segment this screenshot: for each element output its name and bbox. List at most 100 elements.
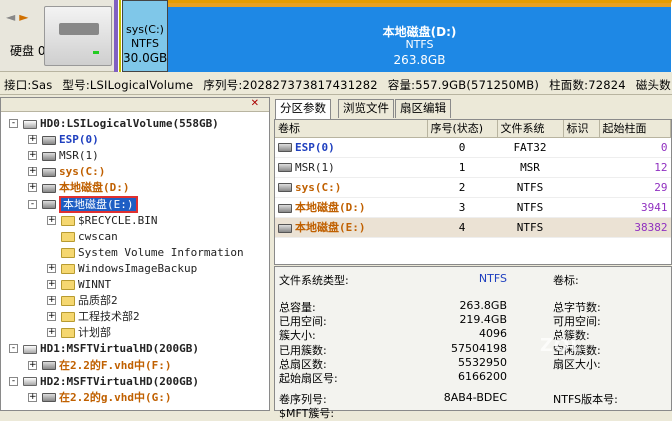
cell-index: 3 xyxy=(427,197,497,218)
cell-start-cyl: 38382 xyxy=(599,217,671,238)
tree-node[interactable]: 在2.2的F.vhd中(F:) xyxy=(42,358,171,374)
tree-node[interactable]: 本地磁盘(E:) xyxy=(42,195,138,213)
cell-id xyxy=(563,157,599,178)
tree-node-label: WindowsImageBackup xyxy=(78,261,198,275)
tree-toggle[interactable]: + xyxy=(47,328,56,338)
tree-toggle[interactable]: + xyxy=(47,280,56,289)
folder-icon xyxy=(61,263,75,274)
folder-icon xyxy=(61,280,75,290)
disk-nav[interactable]: ◄► xyxy=(6,10,32,24)
tree-node-label: cwscan xyxy=(78,229,118,243)
tree-toggle[interactable]: + xyxy=(47,263,56,273)
tree-toggle[interactable]: + xyxy=(28,392,37,402)
prev-disk-icon[interactable]: ◄ xyxy=(6,10,19,24)
cell-label: sys(C:) xyxy=(275,177,427,198)
partition-icon xyxy=(278,143,292,152)
tree-node[interactable]: cwscan xyxy=(61,229,118,245)
close-icon[interactable]: ✕ xyxy=(251,98,259,109)
col-start-cyl[interactable]: 起始柱面 xyxy=(599,120,671,138)
tree-header: ✕ xyxy=(1,98,269,112)
tree-node[interactable]: System Volume Information xyxy=(61,245,244,261)
tree-toggle[interactable]: + xyxy=(28,167,37,177)
tab-browse-files[interactable]: 浏览文件 xyxy=(338,99,394,118)
partition-bar-sys[interactable]: sys(C:) NTFS 30.0GB xyxy=(122,0,168,72)
ntfs-version-label: NTFS版本号: xyxy=(553,393,618,406)
tree-node[interactable]: WINNT xyxy=(61,277,111,293)
fs-type-value: NTFS xyxy=(478,272,507,285)
tree-node-label: 本地磁盘(D:) xyxy=(59,181,130,195)
tree-toggle[interactable]: - xyxy=(9,376,18,386)
tree-toggle[interactable]: - xyxy=(28,199,37,209)
next-disk-icon[interactable]: ► xyxy=(19,10,32,24)
col-id[interactable]: 标识 xyxy=(563,120,600,138)
cell-index: 2 xyxy=(427,177,497,198)
tree-node[interactable]: HD1:MSFTVirtualHD(200GB) xyxy=(23,341,199,357)
tree-node[interactable]: HD2:MSFTVirtualHD(200GB) xyxy=(23,374,199,390)
tree-node-label: 本地磁盘(E:) xyxy=(59,195,138,213)
col-index[interactable]: 序号(状态) xyxy=(427,120,498,138)
tree-toggle[interactable]: + xyxy=(47,296,56,306)
fs-stat-label-right: 扇区大小: xyxy=(553,357,601,371)
table-row[interactable]: sys(C:) 2 NTFS 29 xyxy=(275,177,671,198)
hard-disk-icon xyxy=(44,6,112,66)
tree-toggle[interactable]: + xyxy=(28,135,37,145)
tree-toggle[interactable]: + xyxy=(47,312,56,322)
cell-index: 0 xyxy=(427,137,497,158)
tree-node-label: HD2:MSFTVirtualHD(200GB) xyxy=(40,374,199,388)
tree-node[interactable]: WindowsImageBackup xyxy=(61,261,197,277)
cylinders-info: 柱面数:72824 xyxy=(549,78,626,92)
table-row[interactable]: 本地磁盘(D:) 3 NTFS 3941 xyxy=(275,197,671,218)
cell-start-cyl: 0 xyxy=(599,137,671,158)
tree-node[interactable]: 本地磁盘(D:) xyxy=(42,180,130,196)
tree-node[interactable]: sys(C:) xyxy=(42,164,105,180)
col-label[interactable]: 卷标 xyxy=(275,120,428,138)
tree-toggle[interactable]: + xyxy=(47,215,56,225)
partition-fs: NTFS xyxy=(130,37,160,50)
partition-icon xyxy=(278,163,292,172)
tree-node[interactable]: 品质部2 xyxy=(61,293,118,309)
fs-info-panel: 文件系统类型: NTFS 卷标: 总容量: 263.8GB 已用空间: 219.4GB… xyxy=(274,266,672,420)
col-fs[interactable]: 文件系统 xyxy=(497,120,564,138)
cell-id xyxy=(563,197,599,218)
fs-stat-value: 5532950 xyxy=(458,355,507,369)
partition-icon xyxy=(278,183,292,192)
tree-toggle[interactable]: + xyxy=(28,151,37,161)
fs-stat-value: 263.8GB xyxy=(459,299,507,312)
partition-bar-local-d[interactable]: 本地磁盘(D:) NTFS 263.8GB xyxy=(168,0,672,72)
tree-node-label: System Volume Information xyxy=(78,245,244,259)
table-row[interactable]: ESP(0) 0 FAT32 0 xyxy=(275,137,671,158)
partition-label: sys(C:) xyxy=(295,180,342,194)
cell-label: 本地磁盘(E:) xyxy=(275,217,427,238)
tree-node[interactable]: 计划部 xyxy=(61,325,111,341)
tree-toggle[interactable]: - xyxy=(9,344,18,354)
partition-size: 30.0GB xyxy=(123,51,168,65)
partition-table: 卷标 序号(状态) 文件系统 标识 起始柱面 ESP(0) 0 FAT32 0 MSR(… xyxy=(275,120,671,238)
serial-value: 8AB4-BDEC xyxy=(443,391,507,404)
cell-id xyxy=(563,137,599,158)
tree-node[interactable]: ESP(0) xyxy=(42,132,99,148)
tree-toggle[interactable]: - xyxy=(9,119,18,128)
watermark: ZOL xyxy=(540,335,583,356)
tree-node[interactable]: 在2.2的g.vhd中(G:) xyxy=(42,390,171,406)
tab-partition-params[interactable]: 分区参数 xyxy=(275,99,331,119)
table-row[interactable]: MSR(1) 1 MSR 12 xyxy=(275,157,671,178)
partition-label: MSR(1) xyxy=(295,160,335,174)
fs-type-label: 文件系统类型: xyxy=(279,274,349,287)
tree-node-label: 在2.2的g.vhd中(G:) xyxy=(59,390,172,404)
tree-toggle[interactable]: + xyxy=(28,183,37,193)
table-row[interactable]: 本地磁盘(E:) 4 NTFS 38382 xyxy=(275,217,671,238)
tree-node[interactable]: MSR(1) xyxy=(42,148,99,164)
tree-node[interactable]: HD0:LSILogicalVolume(558GB) xyxy=(23,116,219,132)
cell-index: 4 xyxy=(427,217,497,238)
tab-sector-edit[interactable]: 扇区编辑 xyxy=(395,99,451,118)
folder-icon xyxy=(61,312,75,323)
cell-label: ESP(0) xyxy=(275,137,427,158)
tree-toggle[interactable]: + xyxy=(28,360,37,370)
hard-disk-icon xyxy=(23,377,37,387)
tree-node-label: sys(C:) xyxy=(59,165,106,179)
tree-node[interactable]: $RECYCLE.BIN xyxy=(61,213,157,229)
partition-icon xyxy=(42,167,56,177)
serial-info: 序列号:202827373817431282 xyxy=(203,78,378,92)
cell-label: 本地磁盘(D:) xyxy=(275,197,427,218)
tree-node[interactable]: 工程技术部2 xyxy=(61,309,140,325)
